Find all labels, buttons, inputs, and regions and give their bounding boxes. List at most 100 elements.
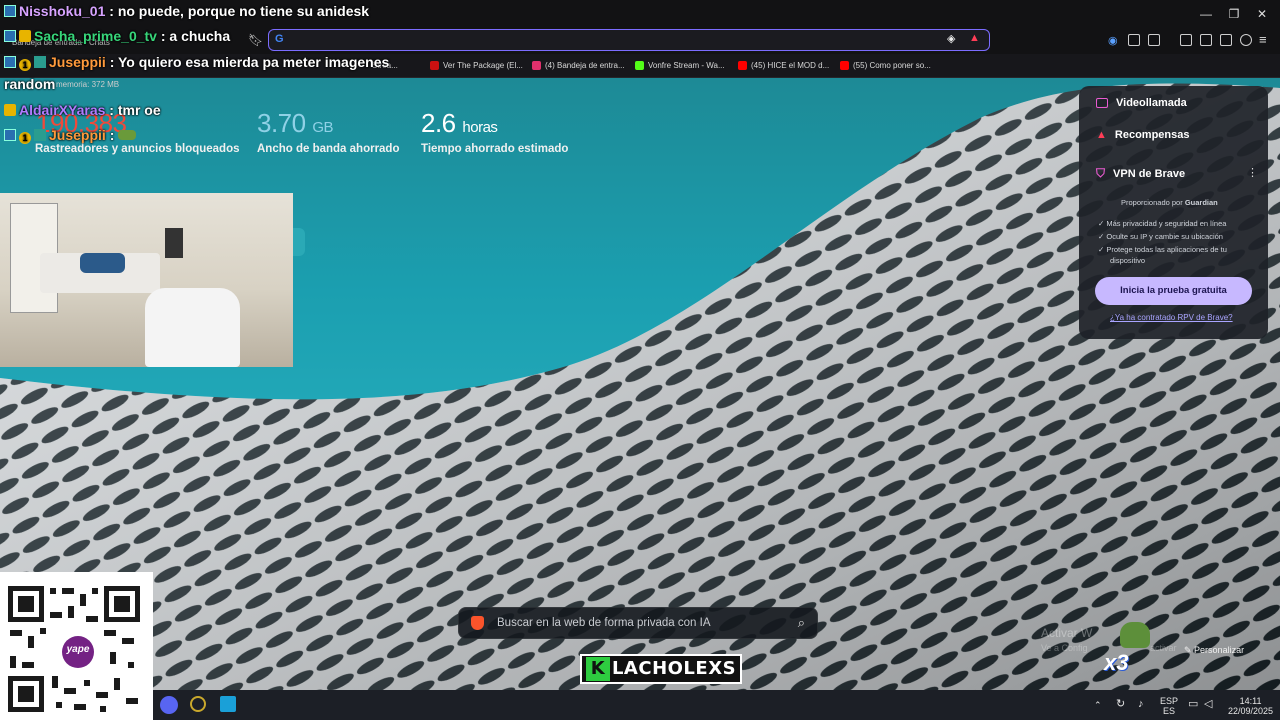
mod-badge-icon — [4, 5, 16, 17]
rewards-label: Recompensas — [1114, 129, 1190, 141]
chair-shape — [145, 288, 240, 367]
brave-rewards-icon[interactable]: ▲ — [969, 32, 980, 44]
search-icon[interactable]: ⌕ — [798, 615, 805, 631]
chat-message: 1 Juseppii : Yo quiero esa mierda pa mete… — [4, 54, 389, 71]
bookmark-item[interactable]: Vonfre Stream - Wa... — [635, 58, 725, 72]
time-unit: horas — [462, 119, 498, 136]
founder-badge-icon — [34, 129, 46, 141]
vpn-item[interactable]: ⛉ VPN de Brave — [1096, 166, 1185, 181]
chat-message: Sacha_prime_0_tv : a chucha — [4, 28, 230, 44]
blanket-shape — [80, 253, 125, 273]
activate-windows-text: Ve a Config — [1041, 643, 1088, 653]
bandwidth-unit: GB — [312, 119, 334, 136]
clock[interactable]: 14:11 22/09/2025 — [1228, 696, 1273, 716]
leo-ai-icon[interactable] — [1220, 34, 1232, 46]
menu-icon[interactable]: ≡ — [1259, 32, 1267, 47]
chat-text: : Yo quiero esa mierda pa meter imagenes — [109, 54, 390, 70]
bookmark-item[interactable]: Ver The Package (El... — [430, 58, 523, 72]
start-trial-button[interactable]: Inicia la prueba gratuita — [1095, 277, 1252, 305]
activate-windows-title: Activar W — [1041, 626, 1093, 640]
extensions-icon[interactable] — [1128, 34, 1140, 46]
feature-item: ✓ Oculte su IP y cambie su ubicación — [1098, 232, 1223, 241]
wallet-icon[interactable] — [1148, 34, 1160, 46]
crown-badge-icon — [4, 104, 16, 116]
more-options-icon[interactable]: ⋮ — [1247, 166, 1258, 179]
search-placeholder: Buscar en la web de forma privada con IA — [497, 617, 711, 629]
address-bar[interactable]: G ◈ ▲ — [268, 29, 990, 51]
youtube-icon — [840, 60, 849, 70]
activate-windows-text-end: activar — [1150, 643, 1177, 653]
chat-username: Juseppii — [49, 54, 106, 70]
bandwidth-value: 3.70 GB — [257, 108, 334, 139]
feature-item: ✓ Protege todas las aplicaciones de tu — [1098, 245, 1227, 254]
chat-text: : no puede, porque no tiene su anidesk — [109, 3, 370, 19]
keyboard-code: ES — [1163, 706, 1176, 716]
qr-brand: yape — [66, 644, 90, 655]
chat-message: AldairXYaras : tmr oe — [4, 102, 161, 118]
feature-item: ✓ Más privacidad y seguridad en línea — [1098, 219, 1227, 228]
microphone-icon[interactable]: ♪ — [1138, 699, 1144, 710]
bookmark-icon[interactable]: 🔖︎ — [248, 33, 263, 47]
already-subscribed-link[interactable]: ¿Ya ha contratado RPV de Brave? — [1110, 313, 1233, 322]
bookmark-item[interactable]: (45) HICE el MOD d... — [738, 58, 829, 72]
provided-by: Proporcionado por Guardian — [1121, 198, 1218, 207]
chat-message-continued: random — [4, 76, 56, 92]
minimize-button[interactable]: — — [1192, 4, 1220, 24]
chat-text: : a chucha — [160, 28, 231, 44]
brave-logo-icon — [471, 616, 484, 630]
vpn-label: VPN de Brave — [1113, 167, 1186, 180]
clock-time: 14:11 — [1239, 696, 1262, 706]
chat-username: Juseppii — [49, 127, 106, 143]
blocked-label: Rastreadores y anuncios bloqueados — [35, 143, 240, 155]
feature-item-continued: dispositivo — [1110, 256, 1146, 265]
customize-label: Personalizar — [1194, 645, 1245, 655]
language-code: ESP — [1160, 696, 1179, 706]
bookmark-item[interactable]: (55) Como poner so... — [840, 58, 931, 72]
vpn-shield-icon: ⛉ — [1096, 166, 1106, 180]
mod-badge-icon — [4, 56, 16, 68]
memory-label: memoria: 372 MB — [56, 80, 120, 89]
bookmark-favicon — [430, 60, 439, 70]
logo-k: K — [585, 657, 610, 681]
video-icon — [1096, 98, 1108, 108]
wallet-panel-icon[interactable] — [1200, 34, 1212, 46]
network-icon[interactable]: ▭ — [1188, 699, 1198, 710]
logo-text: LACHOLEXS — [611, 658, 737, 679]
discord-icon[interactable] — [160, 696, 178, 714]
app-icon[interactable] — [220, 696, 236, 712]
sidebar-icon[interactable] — [1180, 34, 1192, 46]
time-saved-label: Tiempo ahorrado estimado — [421, 143, 569, 155]
screen: — ❐ ✕ Bandeja de entrada - Chats 🔖︎ G ◈ … — [0, 0, 1280, 720]
rewards-icon: ▲ — [1096, 129, 1107, 141]
language-indicator[interactable]: ESP ES — [1160, 696, 1178, 716]
sync-icon[interactable]: ↻ — [1116, 699, 1125, 710]
google-icon: G — [275, 33, 284, 45]
brave-shields-icon[interactable]: ◈ — [947, 32, 955, 45]
instagram-icon — [532, 60, 541, 70]
videocall-item[interactable]: Videollamada — [1096, 97, 1187, 109]
app-icon[interactable] — [190, 696, 206, 712]
shortcut-tile[interactable] — [293, 228, 305, 256]
rewards-item[interactable]: ▲ Recompensas — [1096, 129, 1189, 141]
bookmark-item[interactable]: (4) Bandeja de entra... — [532, 58, 625, 72]
customize-button[interactable]: ✎ Personalizar — [1184, 645, 1244, 656]
audio-icon[interactable]: ◉ — [1108, 34, 1118, 47]
emote-count: x3 — [1104, 650, 1129, 675]
youtube-icon — [738, 60, 747, 70]
show-hidden-icons[interactable]: ⌃ — [1094, 700, 1102, 710]
vpn-icon[interactable] — [1240, 34, 1252, 46]
bandwidth-label: Ancho de banda ahorrado — [257, 143, 400, 155]
maximize-button[interactable]: ❐ — [1220, 4, 1248, 24]
chat-username: Nisshoku_01 — [19, 3, 106, 19]
chat-username: Sacha_prime_0_tv — [34, 28, 157, 44]
time-number: 2.6 — [421, 108, 456, 138]
pepe-emote-icon — [1120, 622, 1150, 648]
chat-text: : — [109, 127, 115, 143]
chat-text: : tmr oe — [109, 102, 161, 118]
volume-icon[interactable]: ◁ — [1204, 699, 1212, 710]
provider-label: Guardian — [1184, 198, 1218, 207]
close-button[interactable]: ✕ — [1248, 4, 1276, 24]
founder-badge-icon — [34, 56, 46, 68]
qr-code: yape — [0, 572, 153, 720]
chat-username: AldairXYaras — [19, 102, 106, 118]
